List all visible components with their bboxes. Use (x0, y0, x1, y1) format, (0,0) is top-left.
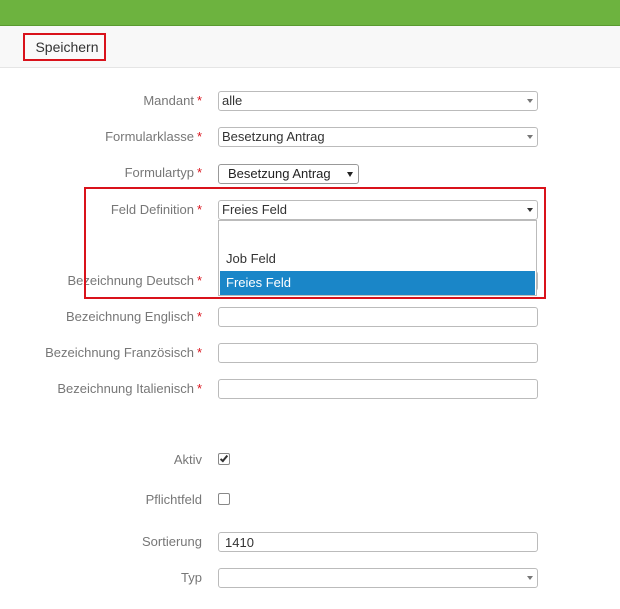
chevron-down-icon (527, 208, 533, 212)
dropdown-option-empty[interactable] (220, 223, 535, 247)
chevron-down-icon (527, 576, 533, 580)
required-marker: * (196, 381, 202, 396)
save-button[interactable]: Speichern (23, 33, 106, 61)
bezeichnung-italienisch-input[interactable] (218, 379, 538, 399)
sortierung-input[interactable] (218, 532, 538, 552)
formularklasse-select[interactable]: Besetzung Antrag (218, 127, 538, 147)
caret-down-icon (347, 172, 353, 177)
bezeichnung-franzoesisch-label: Bezeichnung Französisch * (45, 345, 202, 360)
typ-select[interactable] (218, 568, 538, 588)
formulartyp-label: Formulartyp * (124, 165, 202, 180)
formulartyp-value: Besetzung Antrag (228, 166, 331, 181)
sortierung-label: Sortierung (142, 534, 202, 549)
checkmark-icon (219, 453, 229, 463)
chevron-down-icon (527, 99, 533, 103)
dropdown-option-freies-feld[interactable]: Freies Feld (220, 271, 535, 295)
app-top-bar (0, 0, 620, 26)
bezeichnung-englisch-input[interactable] (218, 307, 538, 327)
formulartyp-select[interactable]: Besetzung Antrag (218, 164, 359, 184)
pflichtfeld-label: Pflichtfeld (145, 492, 202, 507)
mandant-value: alle (222, 93, 243, 108)
chevron-down-icon (527, 135, 533, 139)
mandant-label: Mandant * (143, 93, 202, 108)
required-marker: * (196, 309, 202, 324)
required-marker: * (196, 93, 202, 108)
typ-label: Typ (181, 570, 202, 585)
feld-definition-label: Feld Definition * (110, 202, 202, 217)
mandant-select[interactable]: alle (218, 91, 538, 111)
required-marker: * (196, 129, 202, 144)
required-marker: * (196, 202, 202, 217)
required-marker: * (196, 165, 202, 180)
bezeichnung-deutsch-label: Bezeichnung Deutsch * (67, 273, 202, 288)
formularklasse-label: Formularklasse * (105, 129, 202, 144)
bezeichnung-italienisch-label: Bezeichnung Italienisch * (57, 381, 202, 396)
pflichtfeld-checkbox[interactable] (218, 493, 230, 505)
required-marker: * (196, 345, 202, 360)
feld-definition-dropdown-list: Job Feld Freies Feld (218, 220, 537, 296)
feld-definition-select[interactable]: Freies Feld (218, 200, 538, 220)
bezeichnung-englisch-label: Bezeichnung Englisch * (66, 309, 202, 324)
feld-definition-value: Freies Feld (222, 202, 288, 217)
required-marker: * (196, 273, 202, 288)
dropdown-option-job-feld[interactable]: Job Feld (220, 247, 535, 271)
formularklasse-value: Besetzung Antrag (222, 129, 325, 144)
bezeichnung-franzoesisch-input[interactable] (218, 343, 538, 363)
aktiv-label: Aktiv (173, 452, 202, 467)
aktiv-checkbox[interactable] (218, 453, 230, 465)
